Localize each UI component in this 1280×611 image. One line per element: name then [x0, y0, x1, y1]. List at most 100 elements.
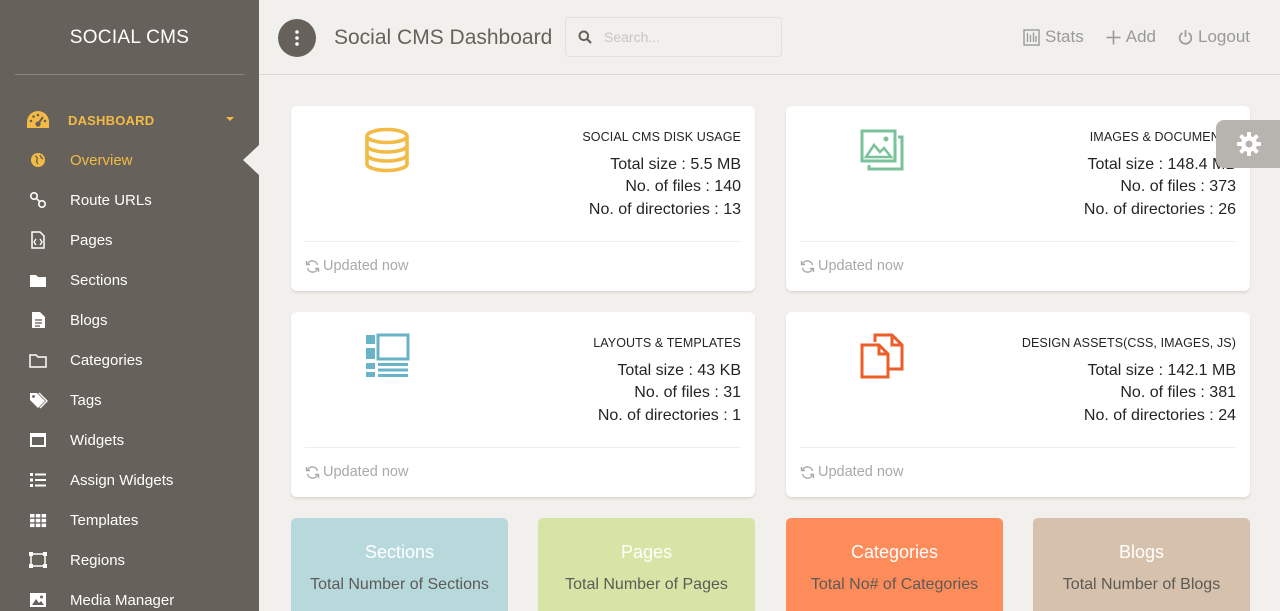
sidebar-item-label: Blogs	[70, 311, 108, 329]
sidebar-item-label: Tags	[70, 391, 102, 409]
tile-subtitle: Total Number of Sections	[310, 576, 489, 593]
sidebar-item-pages[interactable]: Pages	[0, 220, 259, 260]
card-divider	[305, 241, 741, 242]
files-icon	[858, 332, 906, 380]
tile-title: Blogs	[1118, 542, 1165, 562]
active-indicator	[243, 145, 259, 175]
sidebar-section-label: DASHBOARD	[68, 112, 155, 128]
sidebar-item-label: Templates	[70, 511, 139, 529]
sidebar-item-tags[interactable]: Tags	[0, 380, 259, 420]
logout-label: Logout	[1198, 27, 1250, 46]
route-icon	[27, 189, 49, 211]
sidebar-item-assign-widgets[interactable]: Assign Widgets	[0, 460, 259, 500]
card-footer: Updated now	[800, 464, 903, 480]
card-divider	[800, 447, 1236, 448]
tile-categories[interactable]: Categories Total No# of Categories	[786, 518, 1003, 611]
tile-sections[interactable]: Sections Total Number of Sections	[291, 518, 508, 611]
list-icon	[27, 469, 49, 491]
tile-title: Categories	[850, 542, 939, 562]
code-file-icon	[27, 229, 49, 251]
top-navbar: Social CMS Dashboard Stats Add Logout	[259, 0, 1280, 75]
sidebar-nav: DASHBOARD Overview Route URLs Pages Sect…	[0, 100, 259, 611]
grid-icon	[27, 509, 49, 531]
card-footer-text: Updated now	[818, 258, 904, 274]
sidebar-item-categories[interactable]: Categories	[0, 340, 259, 380]
database-icon	[363, 126, 411, 174]
tile-title: Sections	[364, 542, 435, 562]
stats-label: Stats	[1045, 27, 1084, 46]
power-icon	[1178, 29, 1193, 45]
card-divider	[800, 241, 1236, 242]
card-title: SOCIAL CMS DISK USAGE	[582, 130, 741, 144]
tags-icon	[27, 389, 49, 411]
card-layouts-templates: LAYOUTS & TEMPLATES Total size : 43 KB N…	[291, 312, 755, 497]
card-disk-usage: SOCIAL CMS DISK USAGE Total size : 5.5 M…	[291, 106, 755, 291]
gear-icon	[1237, 132, 1261, 156]
sidebar-item-sections[interactable]: Sections	[0, 260, 259, 300]
sidebar-item-media-manager[interactable]: Media Manager	[0, 580, 259, 611]
card-total-size: Total size : 142.1 MB	[1087, 362, 1236, 379]
sidebar-item-overview[interactable]: Overview	[0, 140, 259, 180]
sidebar-item-blogs[interactable]: Blogs	[0, 300, 259, 340]
sidebar-item-label: Widgets	[70, 431, 125, 449]
sidebar-item-label: Sections	[70, 271, 128, 289]
refresh-icon	[800, 465, 815, 480]
card-footer-text: Updated now	[323, 258, 409, 274]
card-total-size: Total size : 148.4 MB	[1087, 156, 1236, 173]
sidebar-item-route-urls[interactable]: Route URLs	[0, 180, 259, 220]
add-label: Add	[1125, 27, 1156, 46]
stats-icon	[1023, 28, 1040, 46]
settings-toggle-button[interactable]	[1216, 120, 1280, 168]
card-design-assets: DESIGN ASSETS(CSS, IMAGES, JS) Total siz…	[786, 312, 1250, 497]
menu-toggle-button[interactable]	[278, 19, 316, 57]
stats-link[interactable]: Stats	[1023, 27, 1084, 47]
refresh-icon	[305, 465, 320, 480]
search-icon	[566, 30, 604, 44]
sidebar-item-templates[interactable]: Templates	[0, 500, 259, 540]
card-footer-text: Updated now	[323, 464, 409, 480]
caret-down-icon	[226, 117, 234, 121]
card-directory-count: No. of directories : 1	[597, 407, 741, 424]
brand-logo[interactable]: SOCIAL CMS	[0, 0, 259, 75]
page-title: Social CMS Dashboard	[334, 26, 553, 49]
card-directory-count: No. of directories : 13	[588, 201, 741, 218]
sidebar-item-label: Assign Widgets	[70, 471, 174, 489]
search-box	[565, 17, 782, 57]
brand-divider	[15, 74, 244, 75]
sidebar-item-label: Overview	[70, 151, 133, 169]
folder-icon	[27, 269, 49, 291]
card-directory-count: No. of directories : 24	[1083, 407, 1236, 424]
tile-blogs[interactable]: Blogs Total Number of Blogs	[1033, 518, 1250, 611]
image-icon	[27, 589, 49, 611]
top-actions: Stats Add Logout	[1023, 27, 1250, 47]
card-divider	[305, 447, 741, 448]
card-images-documents: IMAGES & DOCUMENTS Total size : 148.4 MB…	[786, 106, 1250, 291]
card-title: IMAGES & DOCUMENTS	[1089, 130, 1236, 144]
sidebar-item-regions[interactable]: Regions	[0, 540, 259, 580]
window-icon	[27, 429, 49, 451]
sidebar-item-label: Route URLs	[70, 191, 152, 209]
globe-icon	[27, 149, 49, 171]
card-footer: Updated now	[305, 258, 408, 274]
regions-icon	[27, 549, 49, 571]
sidebar-item-widgets[interactable]: Widgets	[0, 420, 259, 460]
card-footer: Updated now	[800, 258, 903, 274]
tile-pages[interactable]: Pages Total Number of Pages	[538, 518, 755, 611]
tile-subtitle: Total No# of Categories	[810, 576, 979, 593]
search-input[interactable]	[604, 29, 764, 45]
sidebar-section-dashboard[interactable]: DASHBOARD	[0, 100, 259, 140]
logout-link[interactable]: Logout	[1178, 27, 1250, 47]
card-total-size: Total size : 5.5 MB	[610, 156, 741, 173]
sidebar-item-label: Categories	[70, 351, 143, 369]
dashboard-gauge-icon	[25, 109, 51, 131]
layout-icon	[363, 332, 411, 380]
card-file-count: No. of files : 381	[1120, 384, 1236, 401]
sidebar-item-label: Pages	[70, 231, 113, 249]
refresh-icon	[800, 259, 815, 274]
tile-subtitle: Total Number of Pages	[565, 576, 728, 593]
gallery-icon	[858, 126, 906, 174]
card-footer-text: Updated now	[818, 464, 904, 480]
sidebar-item-label: Media Manager	[70, 591, 175, 609]
tile-title: Pages	[620, 542, 673, 562]
add-link[interactable]: Add	[1106, 27, 1156, 47]
